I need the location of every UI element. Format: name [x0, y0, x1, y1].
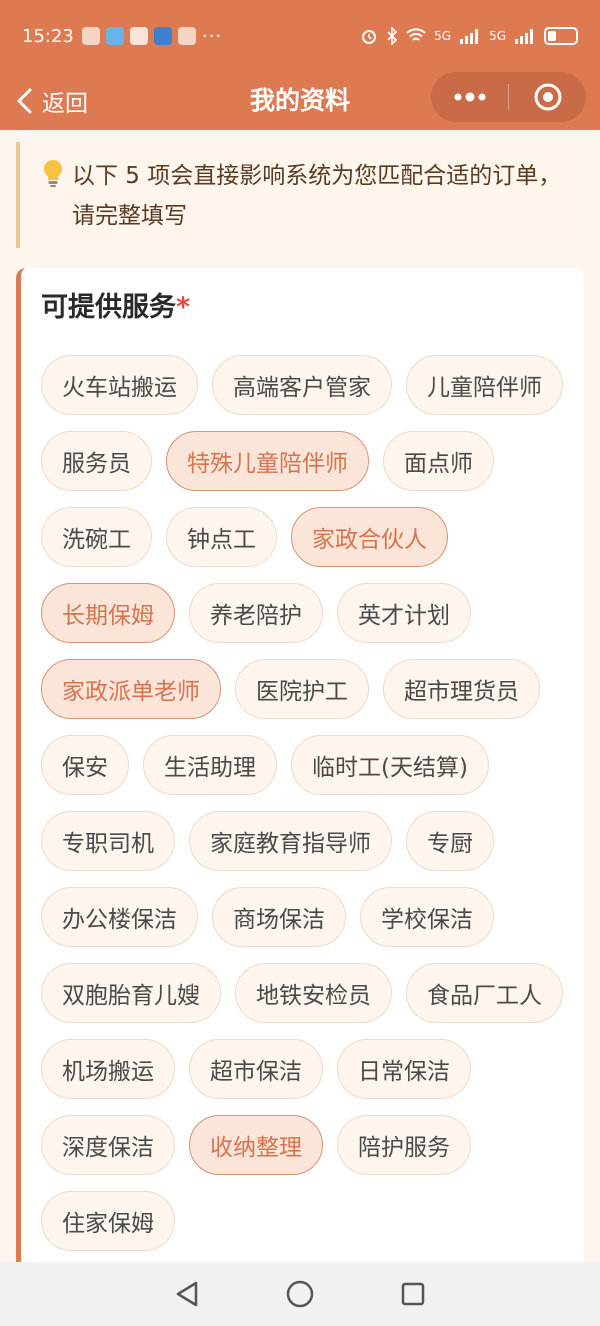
service-chip[interactable]: 医院护工 — [235, 659, 369, 719]
network-type: 5G — [489, 29, 506, 43]
service-chip[interactable]: 深度保洁 — [41, 1115, 175, 1175]
signal-icon — [460, 29, 479, 44]
app-icon — [153, 27, 172, 45]
bluetooth-icon — [387, 27, 398, 45]
service-chip[interactable]: 陪护服务 — [337, 1115, 471, 1175]
service-chip[interactable]: 双胞胎育儿嫂 — [41, 963, 221, 1023]
services-card: 可提供服务* 火车站搬运 高端客户管家 儿童陪伴师服务员 特殊儿童陪伴师 面点师洗碗工钟… — [16, 268, 584, 1268]
status-right: 5G 5G — [360, 27, 578, 45]
app-icon — [177, 27, 196, 45]
service-chip[interactable]: 服务员 — [41, 431, 152, 491]
service-chip[interactable]: 学校保洁 — [360, 887, 494, 947]
service-chip[interactable]: 洗碗工 — [41, 507, 152, 567]
service-chip[interactable]: 临时工(天结算) — [291, 735, 489, 795]
service-chip[interactable]: 地铁安检员 — [235, 963, 392, 1023]
section-title: 可提供服务* — [41, 288, 584, 328]
target-close-icon — [534, 83, 561, 111]
more-button[interactable] — [431, 72, 508, 122]
status-time: 15:23 — [22, 25, 74, 47]
required-mark: * — [176, 292, 191, 323]
back-button[interactable]: 返回 — [14, 80, 88, 122]
notice-banner: 以下 5 项会直接影响系统为您匹配合适的订单，请完整填写 — [16, 142, 584, 248]
chevron-left-icon — [17, 88, 32, 114]
service-chip[interactable]: 家政合伙人 — [291, 507, 448, 567]
service-chip[interactable]: 儿童陪伴师 — [406, 355, 563, 415]
service-chip[interactable]: 专厨 — [406, 811, 494, 871]
network-type: 5G — [434, 29, 452, 43]
service-chip[interactable]: 长期保姆 — [41, 583, 175, 643]
service-chip[interactable]: 收纳整理 — [189, 1115, 323, 1175]
miniprogram-capsule — [431, 72, 586, 122]
service-chip[interactable]: 超市理货员 — [383, 659, 540, 719]
home-circle-icon[interactable] — [278, 1272, 322, 1316]
nav-bar: 返回 我的资料 — [0, 72, 600, 130]
service-chip[interactable]: 家庭教育指导师 — [189, 811, 392, 871]
service-chip[interactable]: 火车站搬运 — [41, 355, 198, 415]
service-chip[interactable]: 商场保洁 — [212, 887, 346, 947]
service-chip[interactable]: 高端客户管家 — [212, 355, 392, 415]
service-chip[interactable]: 日常保洁 — [337, 1039, 471, 1099]
more-notifications-icon: ··· — [201, 25, 223, 47]
service-chip[interactable]: 生活助理 — [143, 735, 277, 795]
service-chip[interactable]: 养老陪护 — [189, 583, 323, 643]
more-dots-icon — [454, 92, 485, 102]
notice-text: 以下 5 项会直接影响系统为您匹配合适的订单，请完整填写 — [72, 163, 562, 229]
section-title-text: 可提供服务 — [41, 292, 176, 323]
service-chip[interactable]: 面点师 — [383, 431, 494, 491]
back-label: 返回 — [42, 91, 88, 117]
service-chip[interactable]: 机场搬运 — [41, 1039, 175, 1099]
app-icon — [129, 27, 148, 45]
service-chip[interactable]: 钟点工 — [166, 507, 277, 567]
system-nav-bar — [0, 1262, 600, 1326]
notification-icons — [81, 27, 196, 45]
service-chip[interactable]: 办公楼保洁 — [41, 887, 198, 947]
service-chip[interactable]: 保安 — [41, 735, 129, 795]
service-chip[interactable]: 英才计划 — [337, 583, 471, 643]
service-chip[interactable]: 特殊儿童陪伴师 — [166, 431, 369, 491]
service-chip[interactable]: 家政派单老师 — [41, 659, 221, 719]
service-chip[interactable]: 专职司机 — [41, 811, 175, 871]
status-bar: 15:23 ··· 5G 5G — [0, 0, 600, 72]
app-icon — [105, 27, 124, 45]
battery-icon — [544, 27, 578, 45]
service-chip-list: 火车站搬运 高端客户管家 儿童陪伴师服务员 特殊儿童陪伴师 面点师洗碗工 钟点工 家政合伙人… — [41, 355, 581, 1267]
service-chip[interactable]: 住家保姆 — [41, 1191, 175, 1251]
signal-icon — [515, 29, 533, 44]
alarm-icon — [362, 30, 377, 44]
service-chip[interactable]: 食品厂工人 — [406, 963, 563, 1023]
app-icon — [81, 27, 100, 45]
close-button[interactable] — [509, 72, 586, 122]
back-triangle-icon[interactable] — [165, 1272, 209, 1316]
recents-square-icon[interactable] — [391, 1272, 435, 1316]
wifi-icon — [406, 28, 426, 41]
service-chip[interactable]: 超市保洁 — [189, 1039, 323, 1099]
lightbulb-icon — [40, 156, 72, 248]
